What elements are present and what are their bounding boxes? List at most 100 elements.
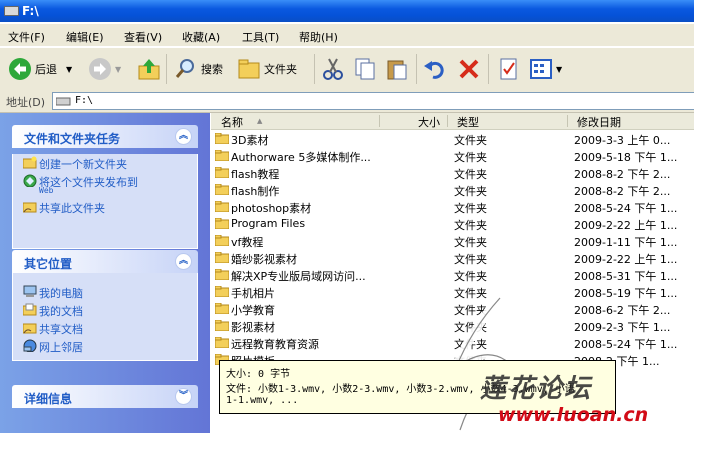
properties-button[interactable] bbox=[497, 56, 521, 82]
file-row[interactable]: 婚纱影视素材 文件夹 2009-2-22 上午 1... bbox=[211, 249, 694, 266]
file-name: 远程教育教育资源 bbox=[231, 338, 319, 351]
place-my-documents[interactable]: 我的文档 bbox=[13, 301, 197, 319]
details-panel-header[interactable]: 详细信息 ︾ bbox=[12, 385, 198, 408]
forward-button[interactable]: ▼ bbox=[88, 56, 121, 82]
up-folder-button[interactable] bbox=[137, 56, 161, 82]
back-button[interactable]: 后退 ▼ bbox=[8, 56, 72, 82]
tooltip-files-cont: 1-1.wmv, ... bbox=[226, 395, 299, 406]
places-panel: 其它位置 ︽ 我的电脑 我的文档 共享文档 网上邻居 bbox=[12, 250, 198, 361]
watermark-logo: 莲花论坛 bbox=[480, 374, 593, 404]
menu-edit[interactable]: 编辑(E) bbox=[66, 29, 104, 45]
file-row[interactable]: flash教程 文件夹 2008-8-2 下午 2... bbox=[211, 164, 694, 181]
address-field[interactable]: F:\ bbox=[52, 92, 695, 110]
up-folder-icon bbox=[138, 59, 160, 80]
back-dropdown-icon[interactable]: ▼ bbox=[66, 65, 72, 74]
views-dropdown-icon[interactable]: ▼ bbox=[556, 65, 562, 74]
folder-icon bbox=[215, 133, 229, 144]
sort-ascending-icon: ▲ bbox=[257, 117, 263, 125]
window-title: F:\ bbox=[22, 4, 39, 18]
address-bar: 地址(D) F:\ bbox=[0, 90, 695, 113]
expand-chevron-icon[interactable]: ︾ bbox=[175, 388, 192, 405]
place-label: 网上邻居 bbox=[39, 341, 83, 354]
file-row[interactable]: Authorware 5多媒体制作... 文件夹 2009-5-18 下午 1... bbox=[211, 147, 694, 164]
menu-help[interactable]: 帮助(H) bbox=[299, 29, 338, 45]
file-row[interactable]: 3D素材 文件夹 2009-3-3 上午 0... bbox=[211, 130, 694, 147]
file-name: Program Files bbox=[231, 217, 306, 230]
folder-icon bbox=[215, 167, 229, 178]
address-value: F:\ bbox=[75, 95, 94, 106]
file-name: vf教程 bbox=[231, 236, 264, 249]
column-name[interactable]: 名称 bbox=[221, 114, 243, 130]
collapse-chevron-icon[interactable]: ︽ bbox=[175, 253, 192, 270]
folder-icon bbox=[215, 201, 229, 212]
menu-view[interactable]: 查看(V) bbox=[124, 29, 162, 45]
globe-icon bbox=[23, 174, 37, 187]
file-name: flash制作 bbox=[231, 185, 280, 198]
file-name: 3D素材 bbox=[231, 134, 269, 147]
folders-button[interactable]: 文件夹 bbox=[237, 56, 297, 82]
drive-icon bbox=[56, 97, 71, 106]
tasks-panel-header[interactable]: 文件和文件夹任务 ︽ bbox=[12, 125, 198, 148]
menu-tools[interactable]: 工具(T) bbox=[242, 29, 279, 45]
place-label: 我的文档 bbox=[39, 305, 83, 318]
properties-icon bbox=[500, 58, 517, 80]
file-row[interactable]: Program Files 文件夹 2009-2-22 上午 1... bbox=[211, 215, 694, 232]
details-panel-title: 详细信息 bbox=[24, 392, 73, 406]
tasks-panel-body: 创建一个新文件夹 将这个文件夹发布到 Web 共享此文件夹 bbox=[12, 154, 198, 249]
paste-button[interactable] bbox=[385, 56, 409, 82]
column-size[interactable]: 大小 bbox=[418, 114, 440, 130]
file-row[interactable]: photoshop素材 文件夹 2008-5-24 下午 1... bbox=[211, 198, 694, 215]
file-type: 文件夹 bbox=[454, 185, 487, 198]
file-name: Authorware 5多媒体制作... bbox=[231, 151, 371, 164]
task-label: 创建一个新文件夹 bbox=[39, 158, 127, 171]
forward-arrow-icon bbox=[89, 58, 111, 80]
places-panel-body: 我的电脑 我的文档 共享文档 网上邻居 bbox=[12, 273, 198, 361]
toolbar: 后退 ▼ ▼ 搜索 文件夹 ▼ bbox=[0, 47, 694, 91]
place-network[interactable]: 网上邻居 bbox=[13, 337, 197, 355]
menu-file[interactable]: 文件(F) bbox=[8, 29, 45, 45]
place-shared-documents[interactable]: 共享文档 bbox=[13, 319, 197, 337]
file-row[interactable]: 解决XP专业版局域网访问... 文件夹 2008-5-31 下午 1... bbox=[211, 266, 694, 283]
delete-x-icon bbox=[459, 59, 479, 79]
file-type: 文件夹 bbox=[454, 202, 487, 215]
scissors-icon bbox=[323, 58, 343, 80]
collapse-chevron-icon[interactable]: ︽ bbox=[175, 128, 192, 145]
delete-button[interactable] bbox=[457, 56, 481, 82]
file-date: 2008-5-24 下午 1... bbox=[574, 202, 678, 215]
file-type: 文件夹 bbox=[454, 134, 487, 147]
file-date: 2009-2-22 上午 1... bbox=[574, 253, 678, 266]
cut-button[interactable] bbox=[321, 56, 345, 82]
column-type[interactable]: 类型 bbox=[457, 114, 479, 130]
place-my-computer[interactable]: 我的电脑 bbox=[13, 283, 197, 301]
file-date: 2009-5-18 下午 1... bbox=[574, 151, 678, 164]
file-row[interactable]: flash制作 文件夹 2008-8-2 下午 2... bbox=[211, 181, 694, 198]
place-label: 共享文档 bbox=[39, 323, 83, 336]
places-panel-header[interactable]: 其它位置 ︽ bbox=[12, 250, 198, 273]
search-button[interactable]: 搜索 bbox=[174, 56, 223, 82]
task-pane: 文件和文件夹任务 ︽ 创建一个新文件夹 将这个文件夹发布到 Web 共享此文件夹… bbox=[0, 113, 210, 433]
task-new-folder[interactable]: 创建一个新文件夹 bbox=[13, 154, 197, 172]
back-arrow-icon bbox=[9, 58, 31, 80]
task-publish-web[interactable]: 将这个文件夹发布到 Web bbox=[13, 172, 197, 198]
file-row[interactable]: vf教程 文件夹 2009-1-11 下午 1... bbox=[211, 232, 694, 249]
file-name: flash教程 bbox=[231, 168, 280, 181]
copy-button[interactable] bbox=[353, 56, 377, 82]
file-type: 文件夹 bbox=[454, 236, 487, 249]
task-label: 共享此文件夹 bbox=[39, 202, 105, 215]
watermark-url: www.luoan.cn bbox=[498, 404, 649, 426]
file-date: 2009-1-11 下午 1... bbox=[574, 236, 678, 249]
undo-icon bbox=[424, 61, 444, 79]
undo-button[interactable] bbox=[423, 56, 447, 82]
network-icon bbox=[23, 339, 37, 352]
views-button[interactable]: ▼ bbox=[529, 56, 562, 82]
views-grid-icon bbox=[530, 59, 552, 79]
column-modified[interactable]: 修改日期 bbox=[577, 114, 621, 130]
file-type: 文件夹 bbox=[454, 253, 487, 266]
task-label: 将这个文件夹发布到 bbox=[39, 176, 138, 189]
tasks-panel: 文件和文件夹任务 ︽ 创建一个新文件夹 将这个文件夹发布到 Web 共享此文件夹 bbox=[12, 125, 198, 249]
copy-icon bbox=[355, 58, 375, 80]
menu-favorites[interactable]: 收藏(A) bbox=[182, 29, 220, 45]
share-folder-icon bbox=[23, 202, 37, 213]
task-share-folder[interactable]: 共享此文件夹 bbox=[13, 198, 197, 216]
folder-icon bbox=[215, 252, 229, 263]
